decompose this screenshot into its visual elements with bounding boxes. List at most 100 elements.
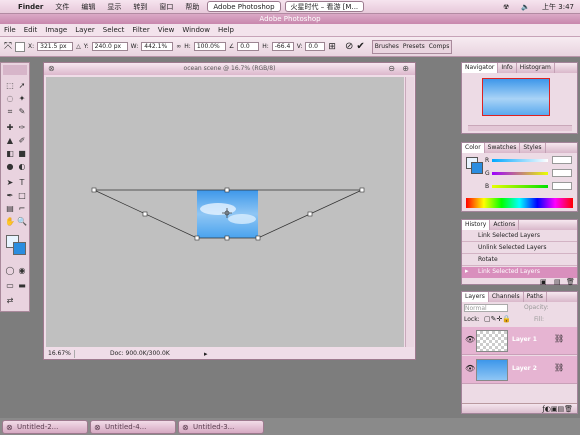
close-icon[interactable]: ⊗ [94, 421, 101, 434]
document-titlebar[interactable]: ⊗ ocean scene @ 16.7% (RGB/8) ⊖ ⊕ [44, 63, 415, 75]
navigator-preview[interactable] [482, 78, 550, 116]
menu-window[interactable]: Window [178, 26, 214, 34]
menu-select[interactable]: Select [99, 26, 129, 34]
zoom-tool-icon[interactable]: 🔍 [17, 217, 27, 227]
pen-tool-icon[interactable]: ✒ [5, 191, 15, 201]
menu-view-cn[interactable]: 显示 [101, 2, 127, 12]
hskew-field[interactable]: -66.4 [271, 42, 294, 51]
transform-handle[interactable] [194, 235, 200, 241]
background-color-swatch[interactable] [13, 242, 26, 255]
menu-edit-cn[interactable]: 编辑 [75, 2, 101, 12]
screen-mode-icon[interactable]: ▭ [5, 281, 15, 291]
menu-finder[interactable]: Finder [12, 3, 49, 11]
fullscreen-mode-icon[interactable]: ▬ [17, 281, 27, 291]
menu-view[interactable]: View [154, 26, 179, 34]
color-ramp[interactable] [466, 198, 573, 208]
new-document-icon[interactable]: ▤ [554, 278, 561, 286]
g-value-field[interactable] [552, 169, 572, 177]
history-brush-icon[interactable]: ✐ [17, 136, 27, 146]
menu-window-cn[interactable]: 窗口 [153, 2, 179, 12]
link-icon[interactable]: ⛓ [554, 363, 564, 372]
transform-handle[interactable] [359, 187, 365, 193]
tab-channels[interactable]: Channels [489, 292, 524, 302]
eye-icon[interactable]: 👁 [465, 364, 475, 373]
menu-help-cn[interactable]: 帮助 [179, 2, 205, 12]
close-icon[interactable]: ⊗ [6, 421, 13, 434]
eyedropper-icon[interactable]: ⌐ [17, 204, 27, 214]
radioactive-icon[interactable]: ☢ [497, 3, 515, 11]
r-slider[interactable] [492, 159, 548, 162]
standard-mode-icon[interactable]: ◯ [5, 266, 15, 276]
link-icon[interactable]: ⛓ [554, 334, 564, 343]
delta-icon[interactable]: △ [76, 43, 81, 50]
doc-size-info[interactable]: Doc: 900.0K/300.0K [110, 349, 170, 359]
transform-handle[interactable] [307, 211, 313, 217]
h-field[interactable]: 100.0% [193, 42, 226, 51]
dodge-tool-icon[interactable]: ◐ [17, 162, 27, 172]
close-icon[interactable]: ⊗ [182, 421, 189, 434]
type-tool-icon[interactable]: T [17, 178, 27, 188]
warp-icon[interactable]: ⊞ [328, 42, 336, 52]
volume-icon[interactable]: 🔈 [515, 3, 536, 11]
lasso-tool-icon[interactable]: ◌ [5, 94, 15, 104]
slice-tool-icon[interactable]: ✎ [17, 107, 27, 117]
transform-handle[interactable] [91, 187, 97, 193]
transform-handle[interactable] [142, 211, 148, 217]
crop-tool-icon[interactable]: ⌗ [5, 107, 15, 117]
tab-actions[interactable]: Actions [490, 220, 520, 230]
close-window-icon[interactable]: ⊗ [48, 63, 55, 75]
reference-point-icon[interactable] [15, 41, 25, 52]
w-field[interactable]: 442.1% [141, 42, 174, 51]
tab-histogram[interactable]: Histogram [517, 63, 555, 73]
tab-swatches[interactable]: Swatches [485, 143, 521, 153]
vskew-field[interactable]: 0.0 [305, 42, 326, 51]
y-field[interactable]: 240.0 px [91, 42, 128, 51]
tab-info[interactable]: Info [498, 63, 517, 73]
commit-transform-icon[interactable]: ✔ [356, 41, 364, 52]
layer-row-selected[interactable]: 👁 Layer 1 ⛓ [462, 327, 577, 355]
b-value-field[interactable] [552, 182, 572, 190]
gradient-tool-icon[interactable]: ■ [17, 149, 27, 159]
dock-item-untitled-2[interactable]: ⊗ Untitled-2... [2, 420, 88, 434]
history-row[interactable]: Link Selected Layers [462, 231, 577, 242]
x-field[interactable]: 321.5 px [37, 42, 74, 51]
task-photoshop[interactable]: Adobe Photoshop [207, 1, 281, 12]
layer-name[interactable]: Layer 1 [512, 336, 537, 343]
tab-navigator[interactable]: Navigator [462, 63, 499, 73]
quickmask-mode-icon[interactable]: ◉ [17, 266, 27, 276]
clock[interactable]: 上午 3:47 [536, 2, 580, 12]
magic-wand-icon[interactable]: ✦ [17, 94, 27, 104]
blend-mode-select[interactable]: Normal [464, 304, 508, 312]
link-icon[interactable]: ∞ [176, 43, 181, 50]
cancel-transform-icon[interactable]: ⊘ [345, 41, 353, 52]
transform-handle[interactable] [224, 187, 230, 193]
angle-field[interactable]: 0.0 [237, 42, 260, 51]
dock-item-untitled-3[interactable]: ⊗ Untitled-3... [178, 420, 264, 434]
zoom-window-icon[interactable]: ⊕ [402, 63, 409, 75]
layer-row[interactable]: 👁 Layer 2 ⛓ [462, 356, 577, 384]
transform-handle[interactable] [255, 235, 261, 241]
b-slider[interactable] [492, 185, 548, 188]
tab-comps[interactable]: Comps [427, 43, 452, 50]
g-slider[interactable] [492, 172, 548, 175]
menu-file[interactable]: File [0, 26, 20, 34]
layer-name[interactable]: Layer 2 [512, 365, 537, 372]
tab-brushes[interactable]: Brushes [373, 43, 401, 50]
menu-layer[interactable]: Layer [71, 26, 99, 34]
eye-icon[interactable]: 👁 [465, 335, 475, 344]
color-background-swatch[interactable] [471, 162, 483, 174]
trash-icon[interactable]: 🗑 [566, 278, 575, 286]
menu-file-cn[interactable]: 文件 [49, 2, 75, 12]
menu-image[interactable]: Image [41, 26, 71, 34]
path-select-icon[interactable]: ➤ [5, 178, 15, 188]
new-snapshot-icon[interactable]: ▣ [540, 278, 547, 286]
stamp-tool-icon[interactable]: ▲ [5, 136, 15, 146]
eraser-tool-icon[interactable]: ◧ [5, 149, 15, 159]
task-browser[interactable]: 火星时代 – 看游 [M... [284, 1, 365, 12]
toolbox-header[interactable] [3, 65, 27, 75]
menu-go-cn[interactable]: 转到 [127, 2, 153, 12]
tab-paths[interactable]: Paths [524, 292, 547, 302]
layers-footer-icons[interactable]: ƒ◐▣▤🗑 [462, 403, 577, 413]
tab-layers[interactable]: Layers [462, 292, 489, 302]
hand-tool-icon[interactable]: ✋ [5, 217, 15, 227]
